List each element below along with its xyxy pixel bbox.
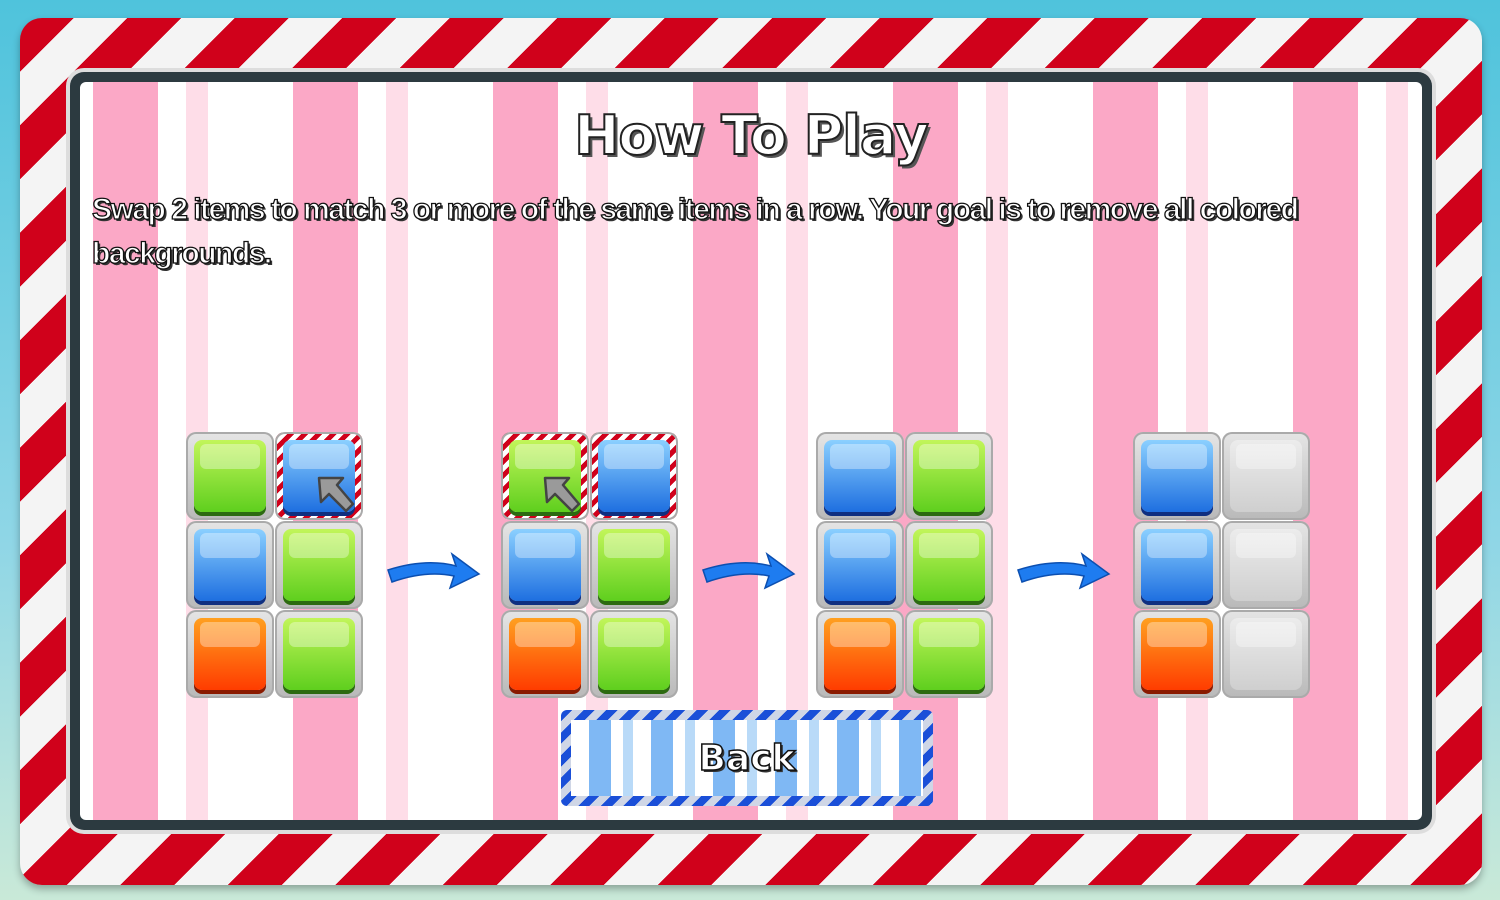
arrow-up-left-icon [317,476,355,513]
grid-cell [1222,432,1310,520]
orange-tile [194,618,266,690]
back-button[interactable]: Back [561,710,933,806]
orange-tile [1141,618,1213,690]
grid-cell [186,432,274,520]
example-grid-step-1 [186,432,363,698]
grid-cell [816,610,904,698]
grid-cell [1133,432,1221,520]
green-tile [194,440,266,512]
empty-tile [1230,618,1302,690]
green-tile [913,529,985,601]
grid-cell [275,610,363,698]
grid-cell [590,432,678,520]
green-tile [913,618,985,690]
grid-cell [275,432,363,520]
page-title: How To Play [573,103,930,168]
curved-arrow-right-icon [1017,552,1111,590]
orange-tile [824,618,896,690]
grid-cell [275,521,363,609]
empty-tile [1230,529,1302,601]
arrow-up-left-icon [543,476,581,513]
curved-arrow-right-icon [702,552,796,590]
grid-cell [905,432,993,520]
blue-tile [824,529,896,601]
green-tile [598,529,670,601]
back-button-label: Back [571,720,923,796]
grid-cell [501,521,589,609]
blue-tile [1141,440,1213,512]
how-to-play-panel: How To Play Swap 2 items to match 3 or m… [70,72,1432,830]
example-grid-step-4 [1133,432,1310,698]
blue-tile [598,440,670,512]
green-tile [283,529,355,601]
grid-cell [1222,521,1310,609]
blue-tile [824,440,896,512]
grid-cell [590,521,678,609]
blue-tile [509,529,581,601]
grid-cell [186,610,274,698]
example-grid-step-2 [501,432,678,698]
blue-tile [1141,529,1213,601]
green-tile [913,440,985,512]
green-tile [598,618,670,690]
green-tile [283,618,355,690]
grid-cell [816,521,904,609]
grid-cell [1133,610,1221,698]
example-grid-step-3 [816,432,993,698]
blue-tile [194,529,266,601]
grid-cell [186,521,274,609]
grid-cell [905,610,993,698]
grid-cell [816,432,904,520]
empty-tile [1230,440,1302,512]
curved-arrow-right-icon [387,552,481,590]
orange-tile [509,618,581,690]
grid-cell [501,610,589,698]
instructions-text: Swap 2 items to match 3 or more of the s… [91,192,1299,270]
grid-cell [905,521,993,609]
grid-cell [590,610,678,698]
grid-cell [1133,521,1221,609]
grid-cell [1222,610,1310,698]
grid-cell [501,432,589,520]
